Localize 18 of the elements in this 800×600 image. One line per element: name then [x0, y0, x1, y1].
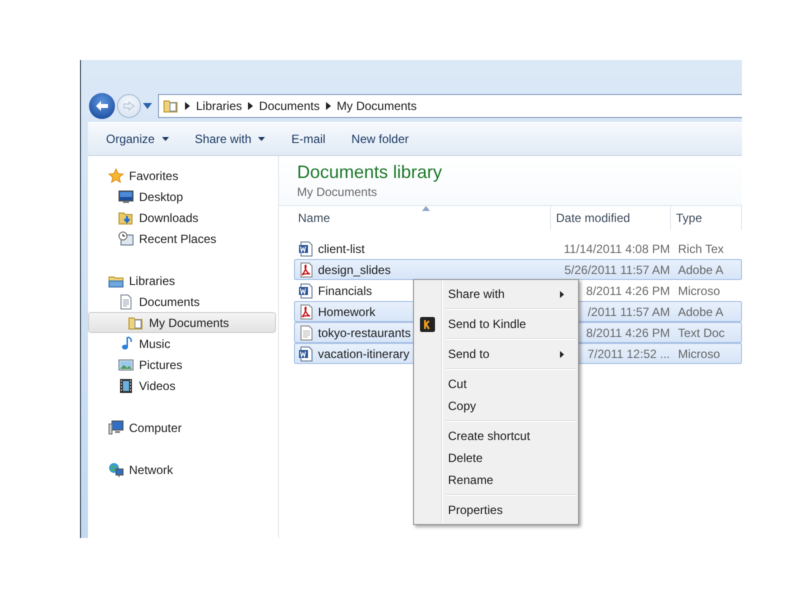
file-type: Text Doc — [677, 326, 726, 340]
file-type: Adobe A — [677, 262, 724, 276]
file-type: Microso — [677, 346, 722, 360]
file-type: Microso — [677, 284, 722, 298]
date-modified: 8/2011 4:26 PM — [586, 326, 670, 340]
file-type: Adobe A — [677, 304, 724, 318]
date-modified: /2011 11:57 AM — [588, 304, 670, 318]
file-name: tokyo-restaurants — [318, 326, 411, 340]
date-modified: 8/2011 4:26 PM — [586, 284, 670, 298]
date-modified: 5/26/2011 11:57 AM — [564, 262, 670, 276]
file-name: Homework — [318, 304, 376, 318]
library-subtitle: My Documents — [297, 185, 378, 199]
file-type: Rich Tex — [677, 242, 725, 256]
date-modified: 11/14/2011 4:08 PM — [564, 242, 670, 256]
date-modified: 7/2011 12:52 ... — [587, 346, 670, 360]
library-title: Documents library — [297, 162, 444, 183]
file-name: design_slides — [318, 262, 391, 276]
file-name: vacation-itinerary — [318, 346, 410, 360]
